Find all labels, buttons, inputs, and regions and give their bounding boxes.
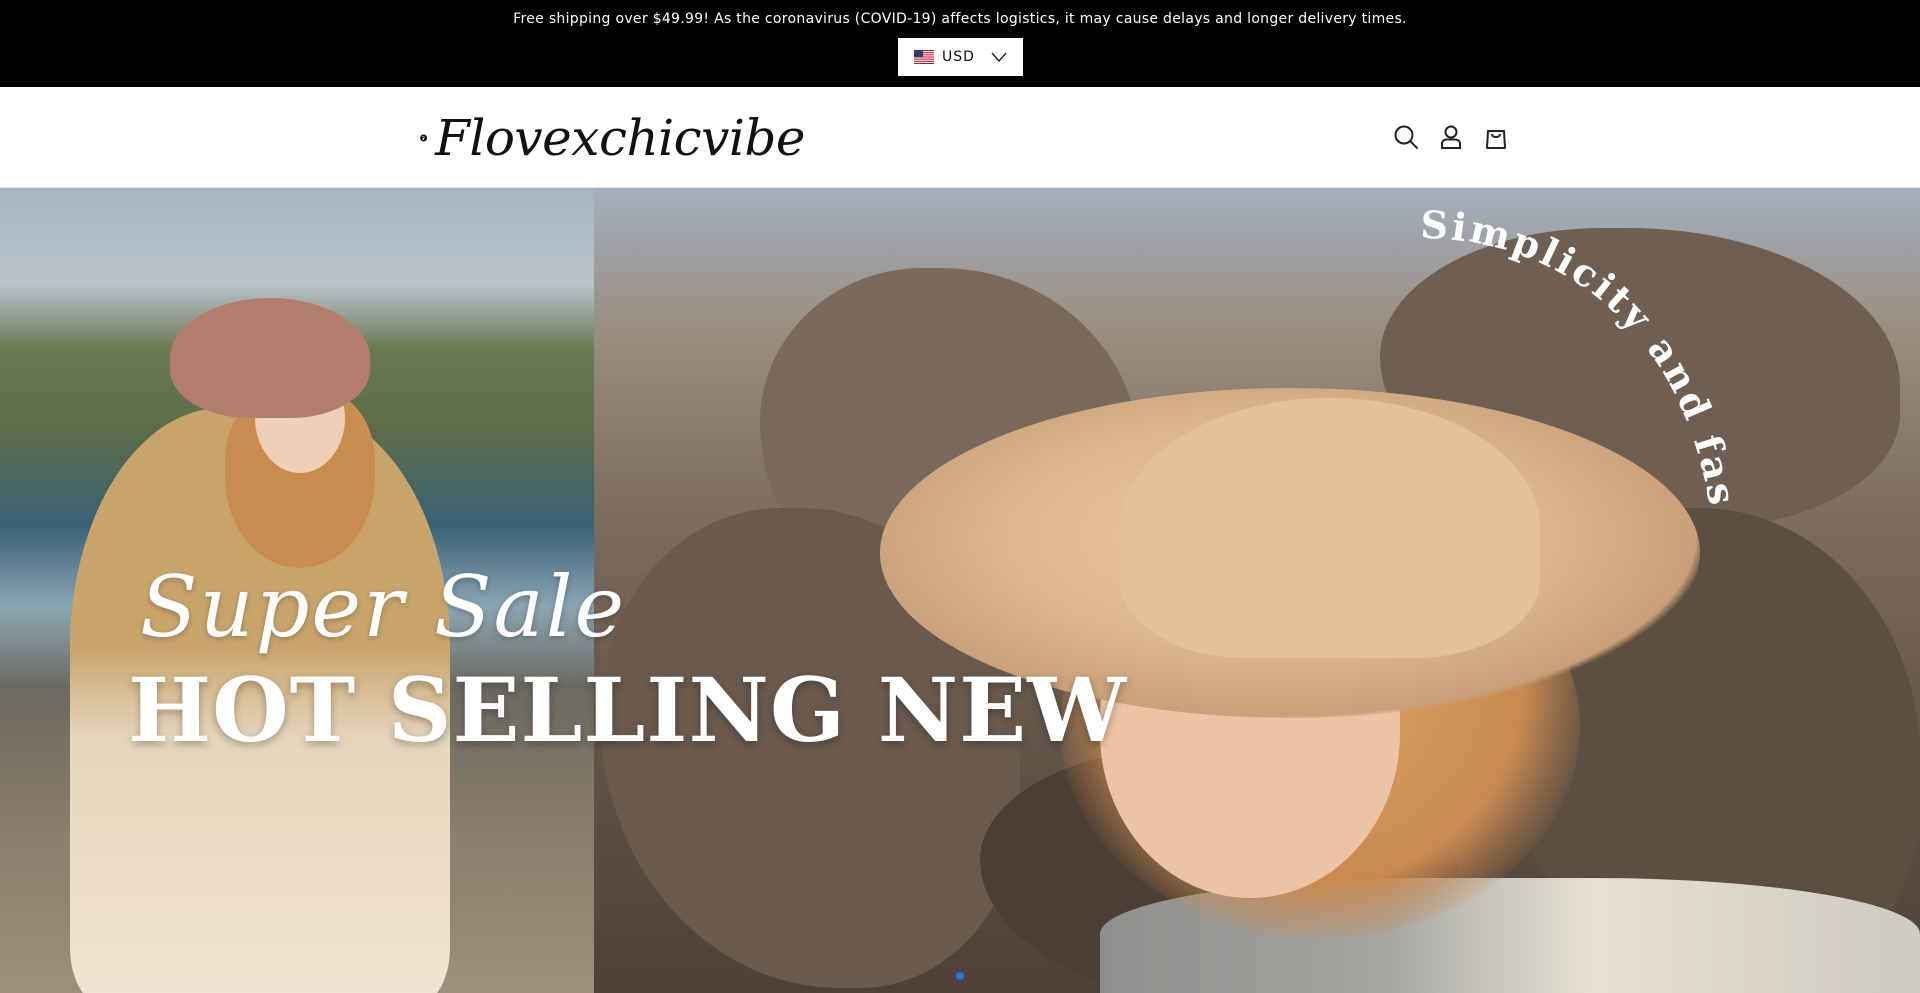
logo[interactable]: Flovexchicvibe — [420, 106, 805, 170]
chevron-down-icon — [991, 52, 1007, 63]
model-left-hat — [170, 298, 370, 418]
logo-text: Flovexchicvibe — [435, 109, 805, 167]
account-icon[interactable] — [1436, 122, 1466, 152]
announcement-bar: Free shipping over $49.99! As the corona… — [0, 0, 1920, 87]
slide-dot-active[interactable] — [956, 972, 964, 980]
announcement-text: Free shipping over $49.99! As the corona… — [513, 11, 1407, 27]
cart-icon[interactable] — [1481, 122, 1511, 152]
hero-headline: HOT SELLING NEW — [128, 658, 1128, 762]
svg-text:Simplicity and fashion: Simplicity and fashion — [1380, 198, 1746, 511]
hero-script-text: Super Sale — [140, 558, 627, 656]
currency-code: USD — [942, 49, 975, 65]
hero-arc-text: Simplicity and fashion — [1380, 198, 1746, 511]
us-flag-icon — [914, 50, 934, 64]
logo-mark-icon — [420, 134, 428, 142]
currency-selector[interactable]: USD — [898, 38, 1023, 76]
hero-banner[interactable]: Super Sale HOT SELLING NEW Simplicity an… — [0, 188, 1920, 993]
hero-arc-label: Simplicity and fashion — [1380, 198, 1743, 511]
search-icon[interactable] — [1391, 122, 1421, 152]
site-header: Flovexchicvibe — [0, 87, 1920, 188]
